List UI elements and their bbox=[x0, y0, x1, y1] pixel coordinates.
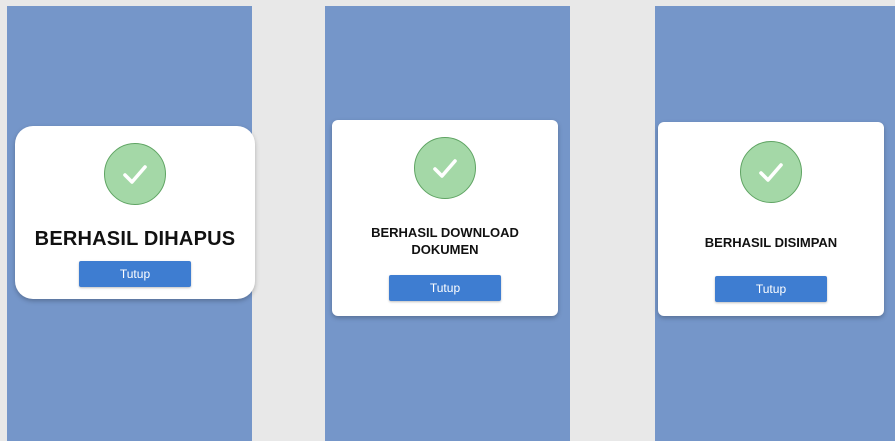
checkmark-icon bbox=[123, 165, 147, 184]
close-button[interactable]: Tutup bbox=[79, 261, 191, 287]
screen-panel-delete: BERHASIL DIHAPUS Tutup bbox=[7, 6, 255, 441]
dialog-title: BERHASIL DISIMPAN bbox=[704, 235, 838, 250]
check-circle-icon bbox=[740, 141, 802, 203]
check-circle-icon bbox=[414, 137, 476, 199]
screen-panel-download: BERHASIL DOWNLOAD DOKUMEN Tutup bbox=[325, 6, 570, 441]
dialog-title: BERHASIL DIHAPUS bbox=[34, 228, 236, 250]
dialog-title: BERHASIL DOWNLOAD DOKUMEN bbox=[371, 225, 519, 257]
checkmark-icon bbox=[759, 163, 783, 182]
check-circle-icon bbox=[104, 143, 166, 205]
success-dialog-save: BERHASIL DISIMPAN Tutup bbox=[658, 122, 884, 316]
checkmark-icon bbox=[433, 159, 457, 178]
success-dialog-download: BERHASIL DOWNLOAD DOKUMEN Tutup bbox=[332, 120, 558, 316]
success-dialog-delete: BERHASIL DIHAPUS Tutup bbox=[15, 126, 255, 299]
screen-panel-save: BERHASIL DISIMPAN Tutup bbox=[655, 6, 895, 441]
close-button[interactable]: Tutup bbox=[389, 275, 501, 301]
close-button[interactable]: Tutup bbox=[715, 276, 827, 302]
